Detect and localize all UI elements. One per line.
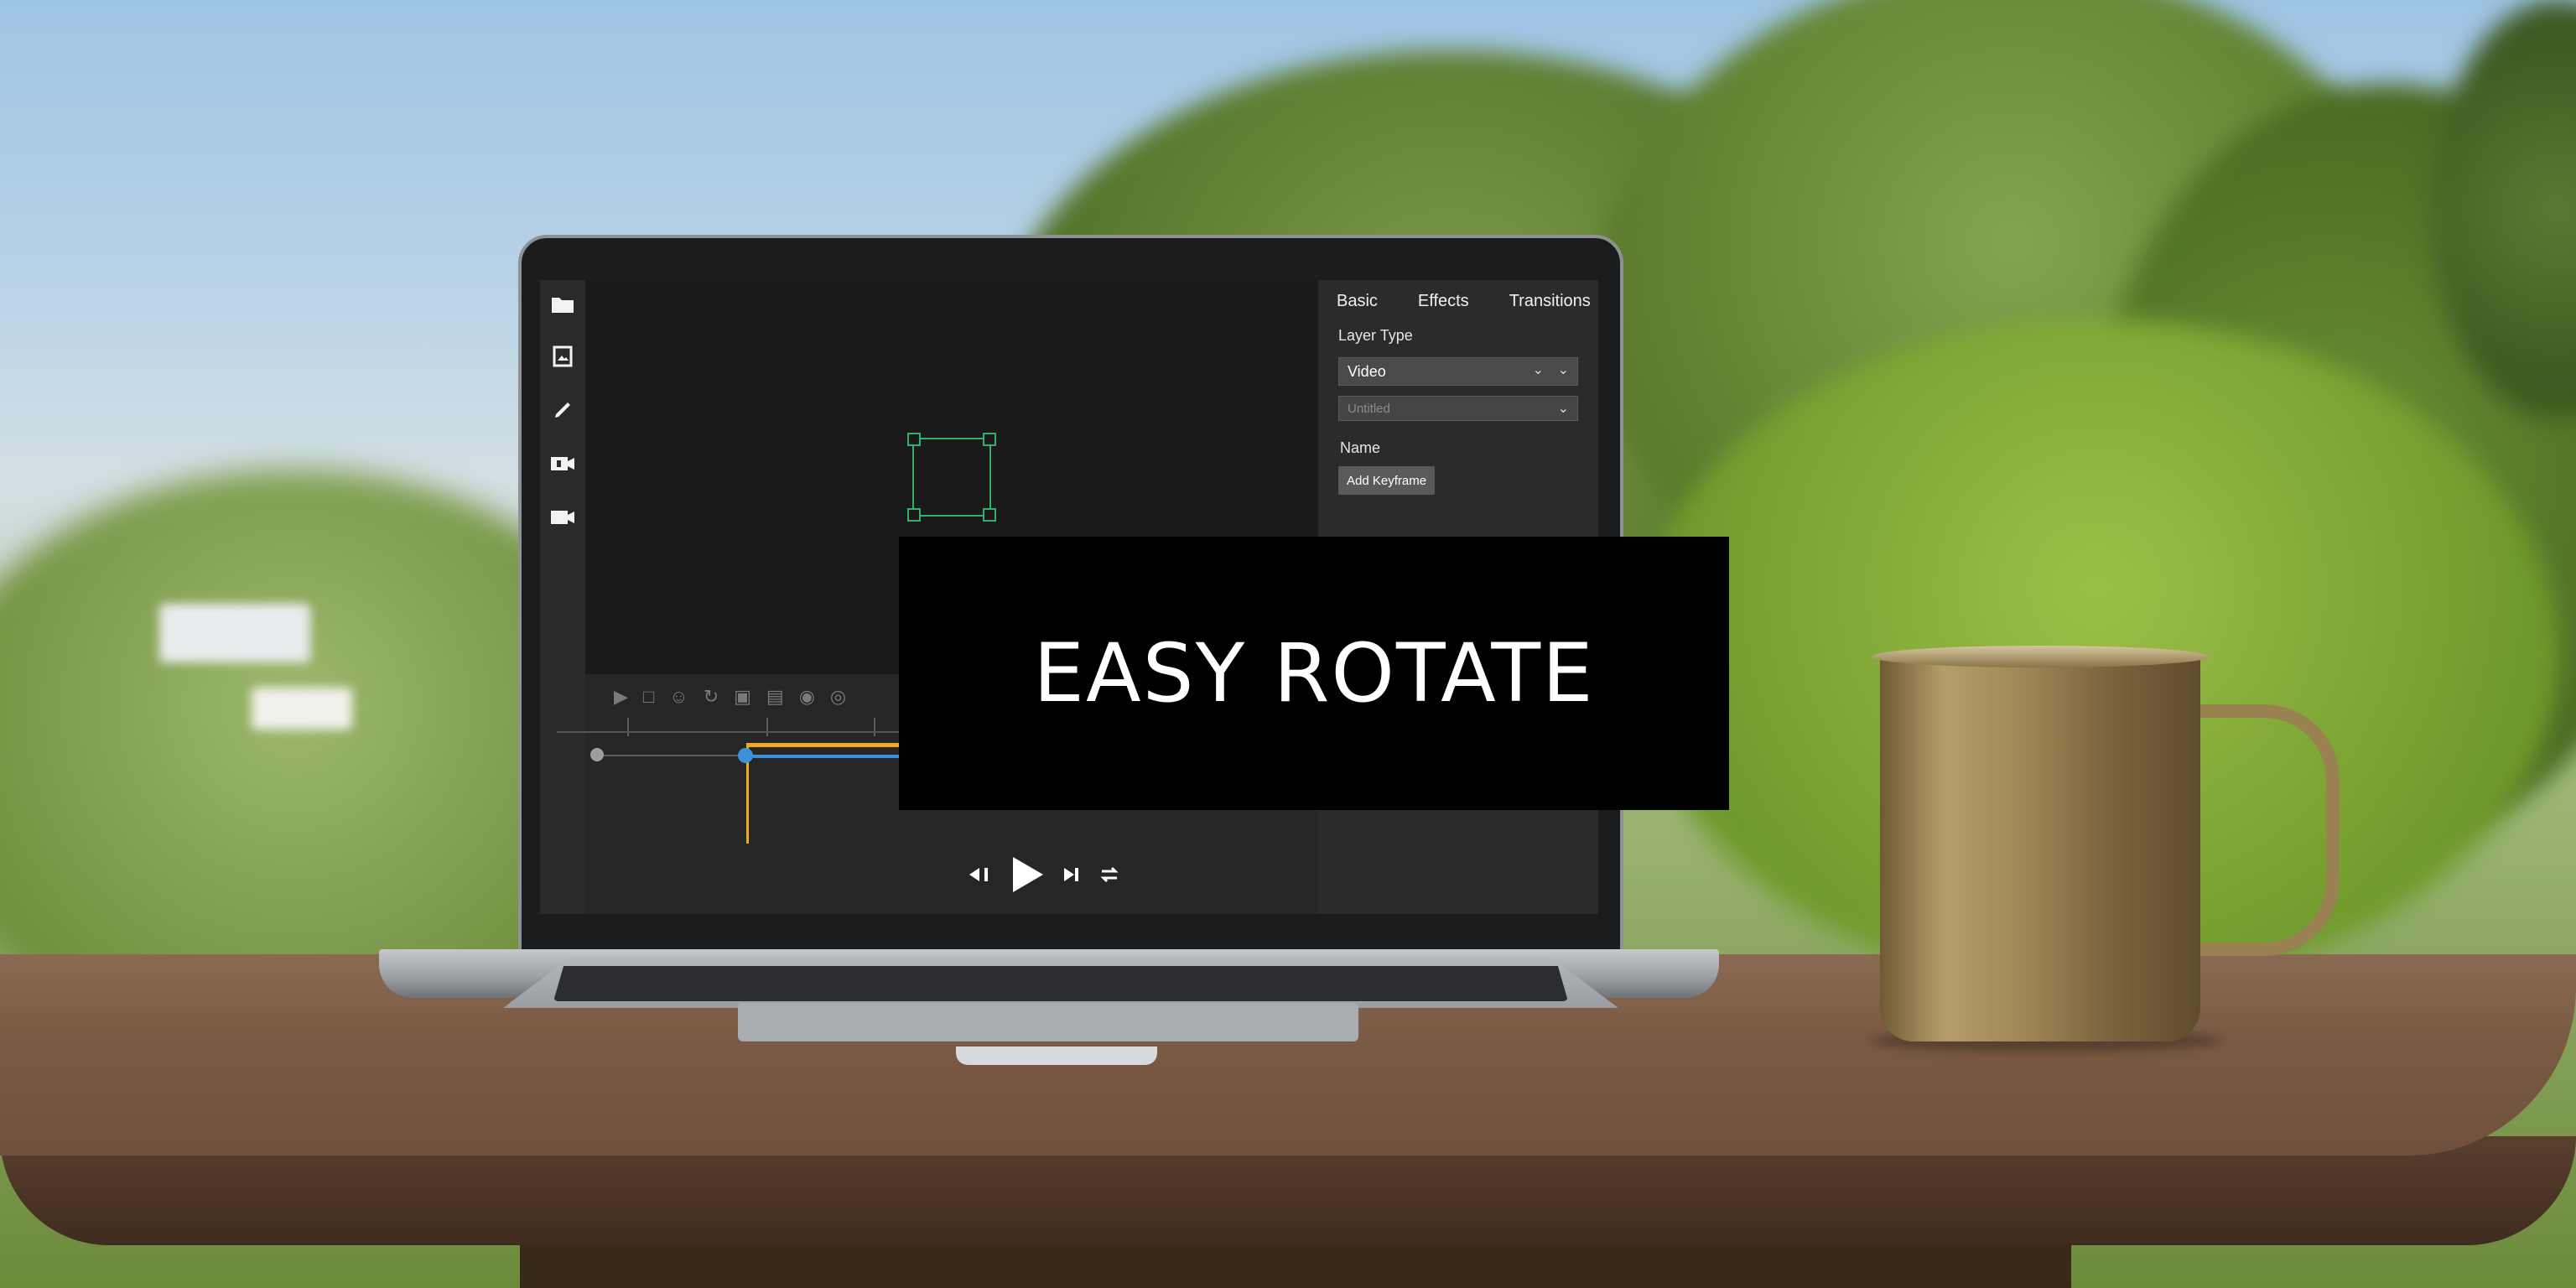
tab-effects[interactable]: Effects — [1418, 292, 1469, 311]
trackpad — [738, 1003, 1358, 1041]
folder-icon[interactable] — [548, 290, 577, 319]
layer-type-label: Layer Type — [1338, 327, 1413, 344]
left-toolbar — [540, 280, 585, 914]
play-button[interactable] — [1008, 855, 1045, 894]
distant-house — [252, 688, 352, 730]
clip-icon[interactable] — [548, 449, 577, 478]
playhead-handle[interactable] — [738, 748, 753, 763]
timeline-start-handle[interactable] — [590, 748, 604, 761]
mug — [1880, 654, 2200, 1041]
mask-icon[interactable]: ◉ — [799, 686, 815, 708]
timeline-tick — [874, 718, 875, 736]
timeline-tick — [627, 718, 629, 736]
add-keyframe-button[interactable]: Add Keyframe — [1338, 466, 1436, 495]
rotate-icon[interactable]: ↻ — [704, 686, 719, 708]
transport-controls — [968, 855, 1120, 894]
timeline-toolbar: ▶ □ ☺ ↻ ▣ ▤ ◉ ◎ — [614, 686, 846, 708]
tab-basic[interactable]: Basic — [1337, 292, 1378, 311]
frame-icon[interactable]: □ — [643, 686, 654, 708]
chevron-down-icon: ⌄ — [1557, 402, 1569, 416]
image-icon[interactable] — [548, 342, 577, 371]
layer-type-value: Video — [1348, 362, 1386, 380]
loop-icon[interactable] — [1098, 865, 1120, 885]
selection-box[interactable] — [907, 433, 996, 522]
resize-handle[interactable] — [907, 508, 921, 522]
chevron-down-icon: ⌄ — [1532, 363, 1544, 377]
resize-handle[interactable] — [983, 508, 996, 522]
effect-icon[interactable]: ◎ — [830, 686, 846, 708]
laptop-notch — [956, 1046, 1157, 1065]
resize-handle[interactable] — [983, 433, 996, 446]
keyboard — [553, 966, 1568, 1001]
layer-type-select[interactable]: Video ⌄ ⌄ — [1338, 357, 1578, 386]
tab-transitions[interactable]: Transitions — [1509, 292, 1591, 311]
secondary-select-placeholder: Untitled — [1348, 401, 1390, 416]
mug-rim — [1872, 646, 2209, 667]
play-icon[interactable]: ▶ — [614, 686, 628, 708]
pen-icon[interactable] — [548, 396, 577, 424]
headline-text: EASY ROTATE — [1033, 626, 1595, 720]
table-leg — [520, 1241, 2071, 1288]
distant-house — [159, 604, 310, 662]
timeline-tick — [766, 718, 768, 736]
layers-icon[interactable]: ▣ — [734, 686, 751, 708]
person-icon[interactable]: ☺ — [669, 686, 688, 708]
resize-handle[interactable] — [907, 433, 921, 446]
camera-icon[interactable] — [548, 503, 577, 532]
text-icon[interactable]: ▤ — [766, 686, 784, 708]
timeline-track — [597, 755, 753, 756]
name-label: Name — [1340, 439, 1381, 456]
skip-back-icon[interactable] — [968, 865, 991, 884]
headline-banner: EASY ROTATE — [899, 537, 1729, 810]
mug-handle — [2180, 704, 2340, 956]
secondary-select[interactable]: Untitled ⌄ — [1338, 396, 1578, 421]
skip-forward-icon[interactable] — [1062, 865, 1082, 884]
chevron-down-icon: ⌄ — [1557, 363, 1569, 377]
